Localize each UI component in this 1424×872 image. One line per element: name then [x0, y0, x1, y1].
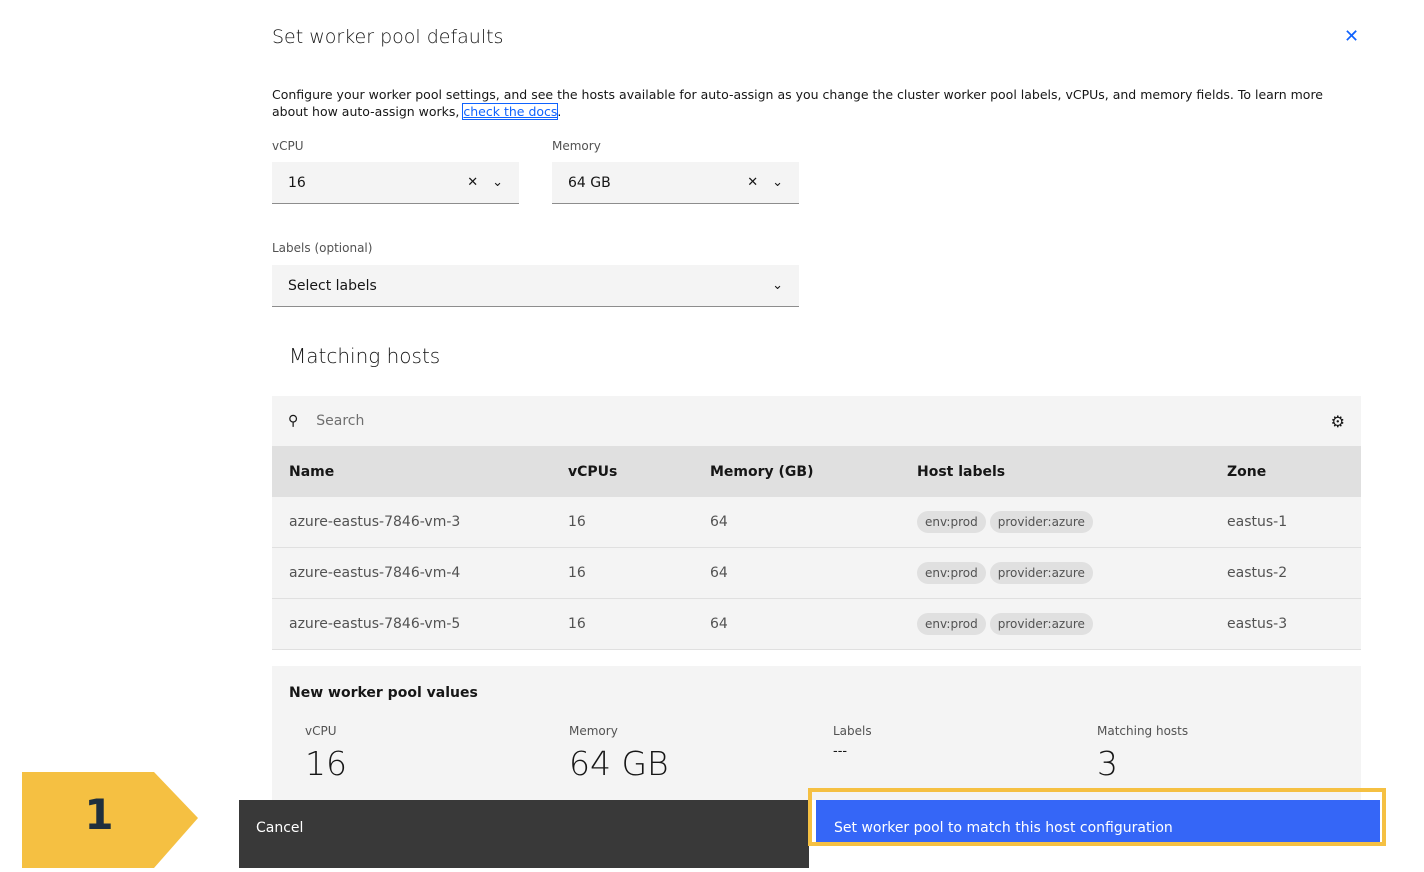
label-tag: provider:azure [989, 511, 1093, 533]
summary-vcpu: 16 [305, 744, 347, 783]
docs-link[interactable]: check the docs [462, 103, 559, 120]
chevron-down-icon[interactable]: ⌄ [492, 175, 503, 190]
column-header[interactable]: Name [272, 464, 568, 480]
table-search[interactable]: ⚲ Search ⚙ [272, 396, 1361, 446]
summary-vcpu-label: vCPU [305, 724, 337, 738]
description-end: . [557, 104, 562, 119]
column-header[interactable]: vCPUs [568, 464, 710, 480]
host-memory: 64 [710, 514, 728, 530]
vcpu-combobox[interactable]: 16 ✕ ⌄ [272, 162, 519, 204]
cancel-button[interactable]: Cancel [239, 800, 809, 868]
label-tag: env:prod [917, 562, 986, 584]
label-tag: env:prod [917, 511, 986, 533]
vcpu-label: vCPU [272, 139, 304, 153]
matching-hosts-title: Matching hosts [289, 344, 441, 368]
clear-icon[interactable]: ✕ [467, 175, 478, 190]
label-tag: env:prod [917, 613, 986, 635]
summary-panel: New worker pool values vCPU 16 Memory 64 G… [272, 666, 1361, 800]
label-tag: provider:azure [989, 613, 1093, 635]
summary-hosts: 3 [1097, 744, 1118, 783]
host-memory: 64 [710, 565, 728, 581]
host-memory: 64 [710, 616, 728, 632]
hosts-table: ⚲ Search ⚙ Name vCPUs Memory (GB) Host lab… [272, 396, 1361, 650]
highlight-frame [808, 788, 1386, 846]
close-icon[interactable]: ✕ [1344, 26, 1359, 47]
host-zone: eastus-2 [1227, 565, 1288, 581]
table-row[interactable]: azure-eastus-7846-vm-5 16 64 env:prod provi… [272, 599, 1361, 650]
column-header[interactable]: Host labels [917, 464, 1227, 480]
labels-label: Labels (optional) [272, 241, 373, 255]
labels-placeholder: Select labels [288, 277, 377, 294]
search-icon: ⚲ [288, 413, 299, 429]
summary-labels-label: Labels [833, 724, 872, 738]
search-input[interactable]: Search [316, 413, 364, 429]
description-text: Configure your worker pool settings, and… [272, 87, 1323, 119]
column-header[interactable]: Memory (GB) [710, 464, 917, 480]
modal-description: Configure your worker pool settings, and… [272, 86, 1352, 120]
summary-memory: 64 GB [569, 744, 669, 783]
table-header: Name vCPUs Memory (GB) Host labels Zone [272, 446, 1361, 497]
memory-value: 64 GB [568, 174, 611, 191]
step-number: 1 [84, 790, 114, 839]
host-name: azure-eastus-7846-vm-3 [289, 514, 461, 530]
summary-labels: --- [833, 744, 848, 759]
host-vcpus: 16 [568, 514, 586, 530]
summary-title: New worker pool values [289, 685, 478, 701]
gear-icon[interactable]: ⚙ [1331, 412, 1345, 431]
memory-combobox[interactable]: 64 GB ✕ ⌄ [552, 162, 799, 204]
memory-label: Memory [552, 139, 601, 153]
chevron-down-icon[interactable]: ⌄ [772, 175, 783, 190]
summary-hosts-label: Matching hosts [1097, 724, 1189, 738]
vcpu-value: 16 [288, 174, 306, 191]
label-tag: provider:azure [989, 562, 1093, 584]
summary-memory-label: Memory [569, 724, 618, 738]
clear-icon[interactable]: ✕ [747, 175, 758, 190]
host-vcpus: 16 [568, 565, 586, 581]
host-name: azure-eastus-7846-vm-4 [289, 565, 461, 581]
column-header[interactable]: Zone [1227, 464, 1361, 480]
chevron-down-icon: ⌄ [772, 278, 783, 293]
host-zone: eastus-1 [1227, 514, 1288, 530]
table-row[interactable]: azure-eastus-7846-vm-4 16 64 env:prod provi… [272, 548, 1361, 599]
table-row[interactable]: azure-eastus-7846-vm-3 16 64 env:prod provi… [272, 497, 1361, 548]
step-callout-badge: 1 [22, 772, 198, 868]
host-zone: eastus-3 [1227, 616, 1288, 632]
host-vcpus: 16 [568, 616, 586, 632]
labels-dropdown[interactable]: Select labels ⌄ [272, 265, 799, 307]
modal-title: Set worker pool defaults [272, 26, 504, 48]
host-name: azure-eastus-7846-vm-5 [289, 616, 461, 632]
